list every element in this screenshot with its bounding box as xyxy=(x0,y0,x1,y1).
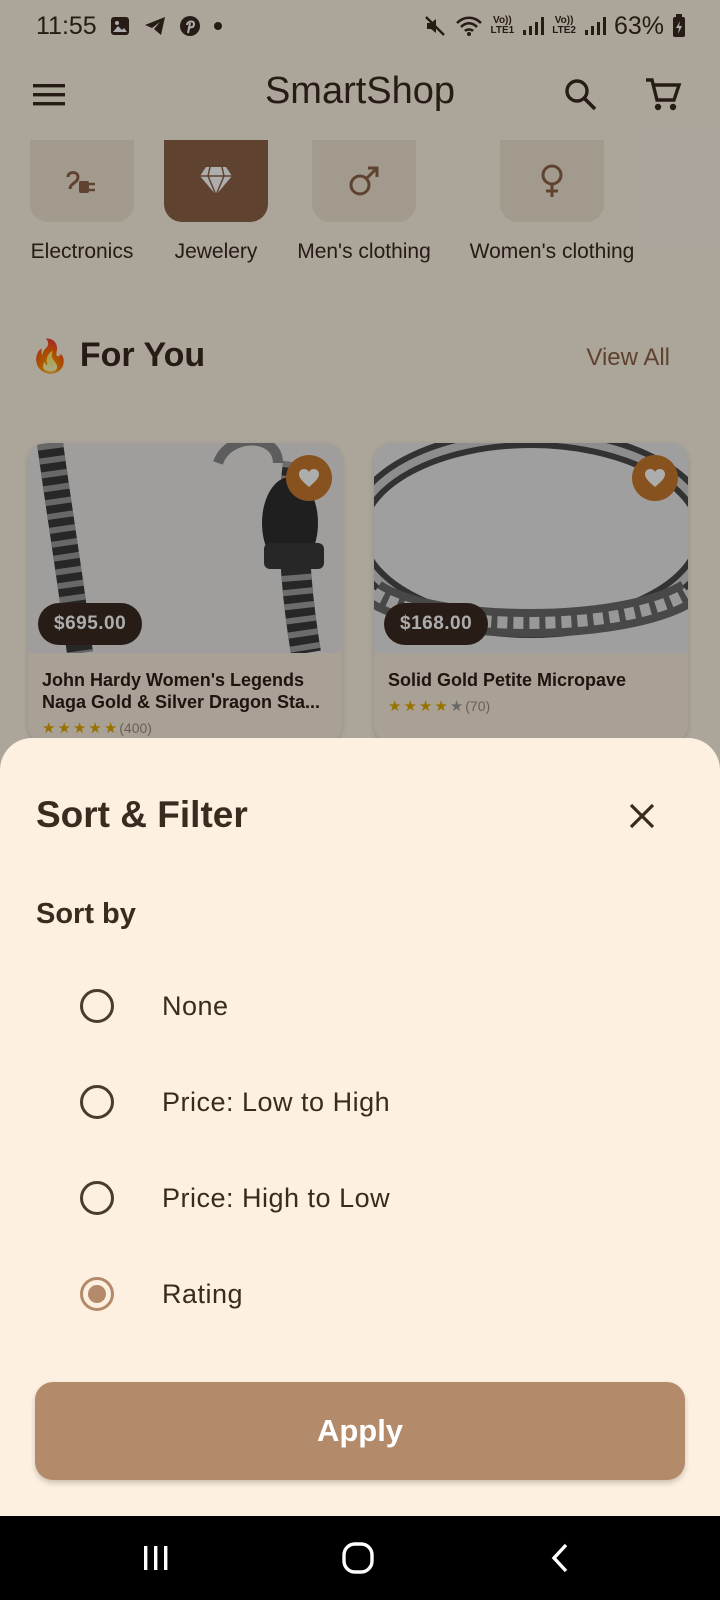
home-icon xyxy=(342,1542,374,1574)
radio-button[interactable] xyxy=(80,1181,114,1215)
app-screen: 11:55 Vo)) LTE1 Vo)) LTE2 63% SmartShop … xyxy=(0,0,720,1516)
back-icon xyxy=(551,1543,568,1573)
sort-option-none[interactable]: None xyxy=(60,968,680,1044)
sheet-title: Sort & Filter xyxy=(36,794,248,835)
close-button[interactable] xyxy=(618,792,666,840)
radio-button-selected[interactable] xyxy=(80,1277,114,1311)
sort-filter-sheet: Sort & Filter Sort by None Price: Low to… xyxy=(0,738,720,1516)
home-button[interactable] xyxy=(328,1536,388,1580)
apply-button[interactable]: Apply xyxy=(35,1382,685,1480)
option-label: Price: High to Low xyxy=(162,1182,391,1213)
close-icon xyxy=(629,803,655,829)
option-label: Rating xyxy=(162,1278,244,1309)
option-label: None xyxy=(162,990,229,1021)
recents-button[interactable] xyxy=(126,1536,186,1580)
system-nav-bar xyxy=(0,1516,720,1600)
sort-option-rating[interactable]: Rating xyxy=(60,1256,680,1332)
radio-button[interactable] xyxy=(80,989,114,1023)
radio-button[interactable] xyxy=(80,1085,114,1119)
radio-dot xyxy=(88,1285,106,1303)
sort-by-label: Sort by xyxy=(36,898,136,930)
option-label: Price: Low to High xyxy=(162,1086,391,1117)
sort-option-price-high-low[interactable]: Price: High to Low xyxy=(60,1160,680,1236)
back-button[interactable] xyxy=(530,1536,590,1580)
recents-icon xyxy=(144,1546,168,1570)
sort-option-price-low-high[interactable]: Price: Low to High xyxy=(60,1064,680,1140)
